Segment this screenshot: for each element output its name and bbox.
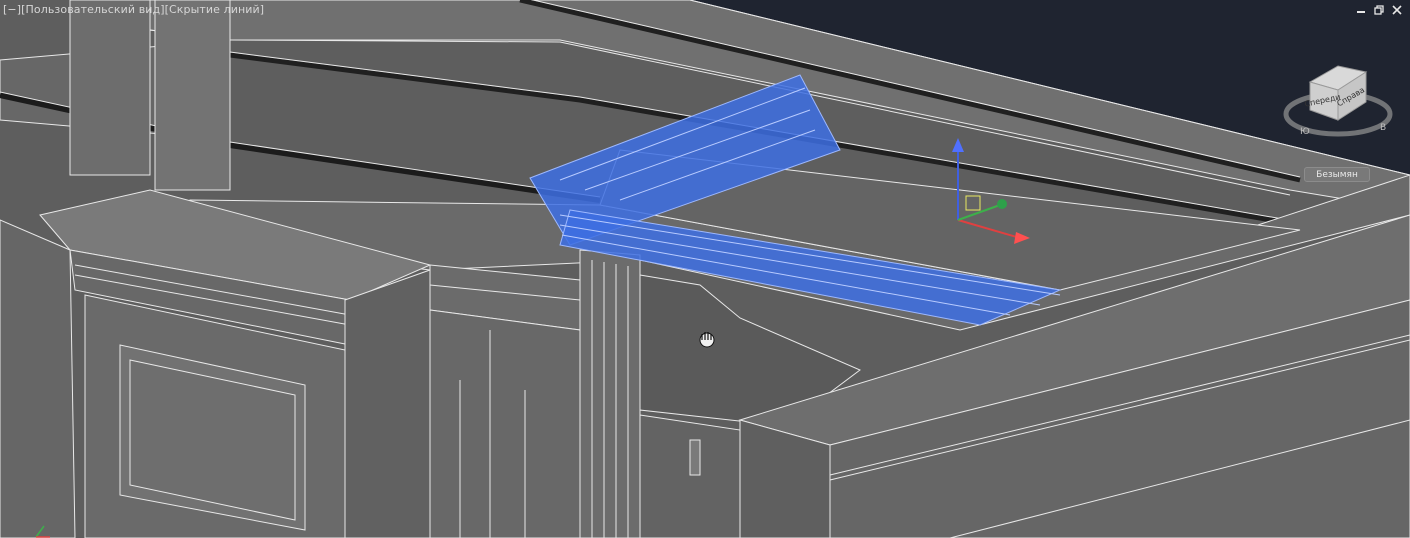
left-pilaster-panel bbox=[154, 0, 231, 191]
baluster bbox=[689, 439, 701, 476]
compass-south-label: Ю bbox=[1300, 127, 1310, 137]
window-controls bbox=[1354, 3, 1404, 17]
ucs-dropdown-label: Безымян bbox=[1316, 169, 1358, 180]
minimize-icon[interactable] bbox=[1354, 3, 1368, 17]
left-cabinet-body bbox=[0, 219, 76, 538]
close-icon[interactable] bbox=[1390, 3, 1404, 17]
model-scene[interactable] bbox=[0, 0, 1410, 538]
middle-door-frame bbox=[429, 309, 581, 538]
ucs-axis-icon bbox=[30, 518, 52, 538]
restore-icon[interactable] bbox=[1372, 3, 1386, 17]
viewport-label: [−][Пользовательский вид][Скрытие линий] bbox=[3, 3, 264, 16]
center-divider bbox=[344, 269, 431, 538]
fluted-pilaster bbox=[579, 249, 641, 538]
ucs-dropdown[interactable]: Безымян bbox=[1304, 167, 1370, 182]
viewport-control-menu[interactable]: [−] bbox=[3, 3, 21, 16]
3d-viewport[interactable]: [−][Пользовательский вид][Скрытие линий]… bbox=[0, 0, 1410, 538]
shelf-with-baluster bbox=[639, 414, 741, 538]
left-pilaster bbox=[69, 0, 151, 176]
visual-style-menu[interactable]: [Скрытие линий] bbox=[165, 3, 265, 16]
view-menu[interactable]: [Пользовательский вид] bbox=[21, 3, 165, 16]
compass-east-label: В bbox=[1380, 123, 1386, 133]
viewcube[interactable]: Спереди Справа Ю В bbox=[1280, 62, 1396, 142]
